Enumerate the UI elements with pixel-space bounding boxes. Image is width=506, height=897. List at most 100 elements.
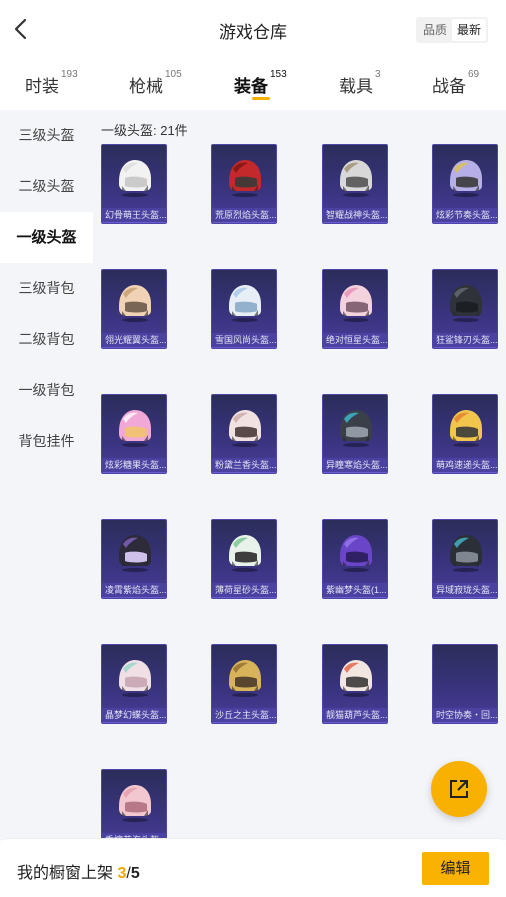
- rarity-strip: [212, 597, 276, 598]
- item-card[interactable]: 智耀战神头盔...: [322, 144, 388, 224]
- item-name: 幻骨萌王头盔...: [102, 208, 166, 223]
- item-card[interactable]: 炫彩糖果头盔...: [101, 394, 167, 474]
- helmet-icon: [119, 535, 151, 572]
- share-button[interactable]: [431, 761, 487, 817]
- helmet-icon: [229, 535, 261, 572]
- sidebar: 三级头盔 二级头盔 一级头盔 三级背包 二级背包 一级背包 背包挂件: [0, 110, 93, 840]
- item-name: 炫彩节奏头盔...: [433, 208, 497, 223]
- sort-option-newest[interactable]: 最新: [451, 19, 486, 41]
- helmet-icon: [340, 160, 372, 197]
- helmet-icon: [340, 285, 372, 322]
- rarity-strip: [323, 722, 387, 723]
- rarity-strip: [102, 722, 166, 723]
- sidebar-item-backpack-charm[interactable]: 背包挂件: [0, 416, 93, 467]
- item-card[interactable]: 翎光耀翼头盔...: [101, 269, 167, 349]
- item-card[interactable]: 晶梦幻蝶头盔...: [101, 644, 167, 724]
- helmet-icon: [229, 160, 261, 197]
- helmet-icon: [119, 410, 151, 447]
- helmet-icon: [229, 660, 261, 697]
- item-name: 翎光耀翼头盔...: [102, 333, 166, 348]
- section-title: 一级头盔: 21件: [101, 123, 188, 138]
- item-card[interactable]: 萌鸡速递头盔...: [432, 394, 498, 474]
- tab-count: 69: [468, 69, 480, 80]
- item-card[interactable]: 幻骨萌王头盔...: [101, 144, 167, 224]
- item-name: 粉黛兰香头盔...: [212, 458, 276, 473]
- item-name: 炫彩糖果头盔...: [102, 458, 166, 473]
- rarity-strip: [212, 222, 276, 223]
- item-card[interactable]: 雪国风尚头盔...: [211, 269, 277, 349]
- item-name: 狂鲨锋刃头盔...: [433, 333, 497, 348]
- rarity-strip: [102, 472, 166, 473]
- tab-supplies[interactable]: 战备69: [432, 69, 480, 97]
- helmet-icon: [340, 410, 372, 447]
- edit-button[interactable]: 编辑: [422, 852, 489, 885]
- item-card[interactable]: 香槟花海头盔...: [101, 769, 167, 840]
- item-name: 雪国风尚头盔...: [212, 333, 276, 348]
- sidebar-item-level2-helmet[interactable]: 二级头盔: [0, 161, 93, 212]
- header: 游戏仓库 品质 最新: [0, 0, 506, 60]
- sidebar-item-level3-backpack[interactable]: 三级背包: [0, 263, 93, 314]
- item-name: 靓猫葫芦头盔...: [323, 708, 387, 723]
- helmet-icon: [340, 660, 372, 697]
- tab-fashion[interactable]: 时装193: [25, 69, 78, 97]
- tab-count: 153: [270, 69, 287, 80]
- item-card[interactable]: 靓猫葫芦头盔...: [322, 644, 388, 724]
- category-tabs: 时装193 枪械105 装备153 载具3 战备69: [0, 62, 506, 108]
- tab-weapons[interactable]: 枪械105: [129, 69, 182, 97]
- tab-equipment[interactable]: 装备153: [234, 69, 287, 97]
- rarity-strip: [102, 222, 166, 223]
- sort-option-quality[interactable]: 品质: [418, 19, 452, 41]
- rarity-strip: [212, 347, 276, 348]
- rarity-strip: [433, 347, 497, 348]
- showcase-footer: 我的橱窗上架 3/5 编辑: [0, 838, 506, 897]
- item-name: 凌霄紫焰头盔...: [102, 583, 166, 598]
- item-name: 荒原烈焰头盔...: [212, 208, 276, 223]
- rarity-strip: [212, 472, 276, 473]
- item-name: 绝对恒星头盔...: [323, 333, 387, 348]
- item-name: 异瞳寒焰头盔...: [323, 458, 387, 473]
- item-name: 紫幽梦头盔(1...: [323, 583, 387, 598]
- sort-toggle[interactable]: 品质 最新: [415, 17, 488, 43]
- item-name: 沙丘之主头盔...: [212, 708, 276, 723]
- item-card[interactable]: 紫幽梦头盔(1...: [322, 519, 388, 599]
- item-card[interactable]: 狂鲨锋刃头盔...: [432, 269, 498, 349]
- rarity-strip: [433, 597, 497, 598]
- rarity-strip: [212, 722, 276, 723]
- item-name: 异域寂珑头盔...: [433, 583, 497, 598]
- item-card[interactable]: 薄荷星砂头盔...: [211, 519, 277, 599]
- item-card[interactable]: 异瞳寒焰头盔...: [322, 394, 388, 474]
- sidebar-item-level3-helmet[interactable]: 三级头盔: [0, 110, 93, 161]
- item-card[interactable]: 荒原烈焰头盔...: [211, 144, 277, 224]
- item-card[interactable]: 凌霄紫焰头盔...: [101, 519, 167, 599]
- item-name: 智耀战神头盔...: [323, 208, 387, 223]
- item-grid: 一级头盔: 21件 幻骨萌王头盔... 荒原烈焰头盔... 智耀战神头盔... 炫彩节…: [93, 110, 506, 840]
- tab-count: 105: [165, 69, 182, 80]
- rarity-strip: [433, 722, 497, 723]
- tab-vehicles[interactable]: 载具3: [339, 69, 381, 97]
- helmet-icon: [450, 410, 482, 447]
- active-tab-indicator: [252, 97, 270, 100]
- item-card[interactable]: 沙丘之主头盔...: [211, 644, 277, 724]
- helmet-icon: [450, 285, 482, 322]
- helmet-icon: [229, 285, 261, 322]
- sidebar-item-level1-helmet[interactable]: 一级头盔: [0, 212, 93, 263]
- sidebar-item-level1-backpack[interactable]: 一级背包: [0, 365, 93, 416]
- rarity-strip: [323, 222, 387, 223]
- item-card[interactable]: 粉黛兰香头盔...: [211, 394, 277, 474]
- tab-count: 3: [375, 69, 381, 80]
- rarity-strip: [102, 347, 166, 348]
- item-card[interactable]: 炫彩节奏头盔...: [432, 144, 498, 224]
- helmet-icon: [119, 285, 151, 322]
- sidebar-item-level2-backpack[interactable]: 二级背包: [0, 314, 93, 365]
- item-card[interactable]: 时空协奏・回...: [432, 644, 498, 724]
- rarity-strip: [323, 597, 387, 598]
- share-icon: [450, 780, 468, 798]
- item-name: 萌鸡速递头盔...: [433, 458, 497, 473]
- item-card[interactable]: 异域寂珑头盔...: [432, 519, 498, 599]
- rarity-strip: [323, 347, 387, 348]
- rarity-strip: [323, 472, 387, 473]
- showcase-status: 我的橱窗上架 3/5: [17, 865, 140, 882]
- helmet-icon: [119, 160, 151, 197]
- item-name: 晶梦幻蝶头盔...: [102, 708, 166, 723]
- item-card[interactable]: 绝对恒星头盔...: [322, 269, 388, 349]
